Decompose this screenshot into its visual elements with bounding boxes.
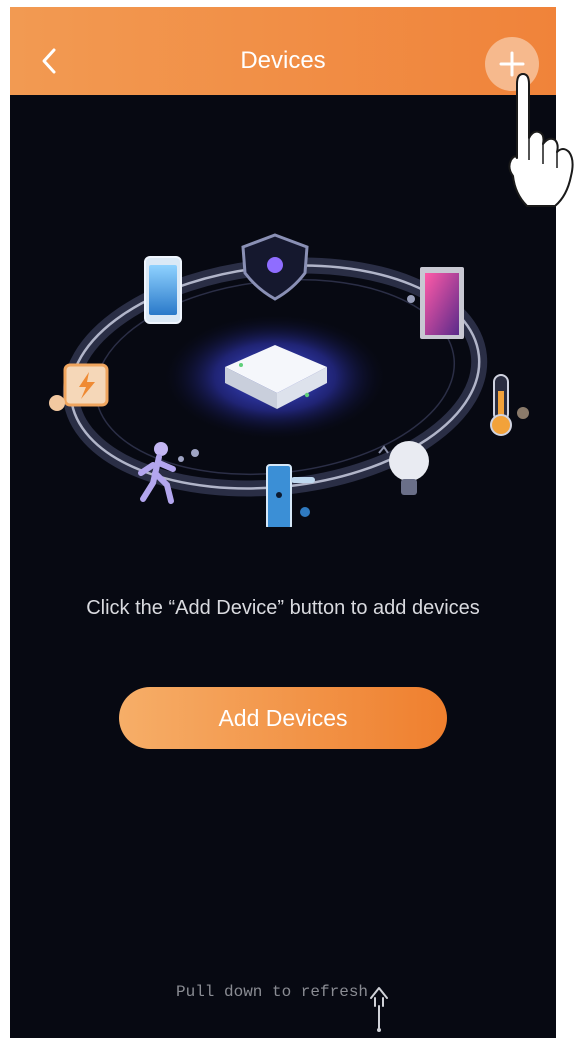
- pull-to-refresh-hint: Pull down to refresh: [10, 983, 556, 1036]
- smart-lock-icon: [266, 464, 315, 527]
- refresh-arrow-icon: [370, 987, 389, 1032]
- app-header: Devices: [10, 7, 556, 95]
- smart-home-illustration: [49, 233, 529, 527]
- smart-switch-icon: [49, 363, 109, 411]
- devices-screen: Devices Click the “Add Device” button to…: [10, 7, 556, 1038]
- pull-to-refresh-text: Pull down to refresh: [175, 983, 369, 1001]
- pointing-hand-icon: [508, 73, 574, 207]
- add-devices-button[interactable]: Add Devices: [119, 687, 447, 749]
- empty-state-message: Click the “Add Device” button to add dev…: [86, 597, 480, 619]
- smartphone-icon: [144, 256, 182, 324]
- thermometer-icon: [490, 374, 529, 436]
- page-title: Devices: [240, 47, 326, 74]
- shield-icon: [241, 233, 309, 301]
